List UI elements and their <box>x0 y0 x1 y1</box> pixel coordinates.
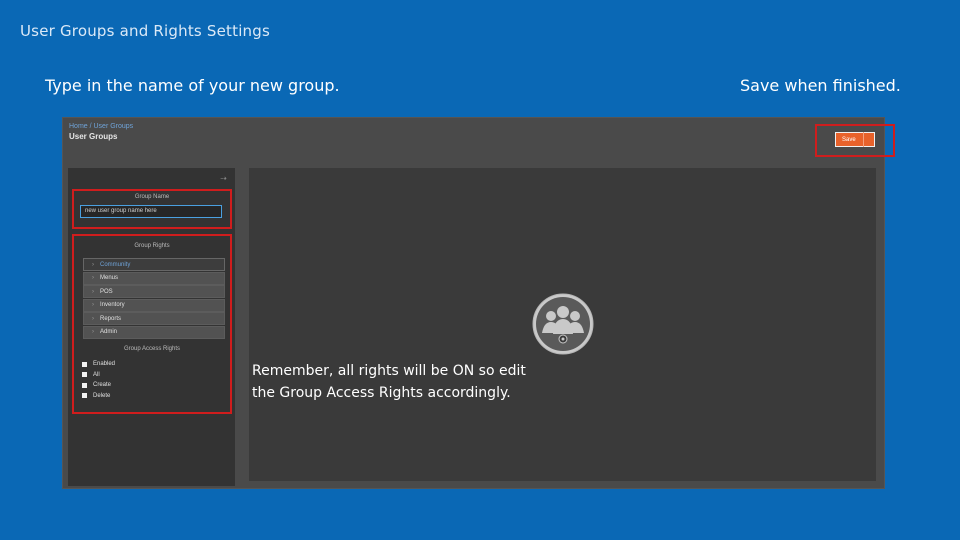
app-header: Home / User Groups User Groups Save <box>63 118 895 168</box>
rights-item-label: Inventory <box>100 302 125 308</box>
rights-item-label: Community <box>100 261 131 268</box>
access-item-create[interactable]: Create <box>82 380 115 391</box>
group-rights-label: Group Rights <box>134 243 170 249</box>
save-button-label: Save <box>842 136 856 143</box>
app-screenshot: Home / User Groups User Groups Save ⇢ Gr… <box>62 117 895 489</box>
checkbox[interactable] <box>82 393 87 399</box>
access-item-all[interactable]: All <box>82 370 115 381</box>
group-name-highlight-box: Group Name new user group name here <box>72 189 232 229</box>
chevron-right-icon: › <box>92 329 94 335</box>
chevron-right-icon: › <box>92 261 94 268</box>
access-item-label: Create <box>93 382 112 389</box>
group-rights-highlight-box: Group Rights › Community › Menus › POS ›… <box>72 234 232 414</box>
rights-list: › Community › Menus › POS › Inventory › <box>83 258 225 339</box>
access-rights-label: Group Access Rights <box>123 346 181 352</box>
rights-item-label: Reports <box>100 315 122 322</box>
rights-item-community[interactable]: › Community <box>83 258 225 271</box>
group-name-input[interactable]: new user group name here <box>80 205 222 218</box>
chevron-right-icon: › <box>92 275 94 281</box>
checkbox[interactable] <box>82 382 87 388</box>
reminder-line-2: the Group Access Rights accordingly. <box>252 385 511 401</box>
access-item-label: Enabled <box>93 361 116 368</box>
chevron-right-icon: › <box>92 302 94 308</box>
checkbox[interactable] <box>82 372 87 378</box>
group-users-icon <box>532 293 594 355</box>
save-caption: Save when finished. <box>740 76 901 95</box>
rights-item-inventory[interactable]: › Inventory <box>83 298 225 312</box>
instruction-caption: Type in the name of your new group. <box>45 76 340 95</box>
access-item-label: All <box>93 371 100 378</box>
rights-item-menus[interactable]: › Menus <box>83 271 225 285</box>
content-panel <box>249 168 876 481</box>
sidebar: ⇢ Group Name new user group name here Gr… <box>68 168 235 486</box>
rights-item-admin[interactable]: › Admin <box>83 325 225 339</box>
checkbox[interactable] <box>82 361 87 367</box>
access-item-enabled[interactable]: Enabled <box>82 359 115 370</box>
access-item-delete[interactable]: Delete <box>82 391 115 402</box>
reminder-text: Remember, all rights will be ON so edit … <box>252 360 572 404</box>
slide-title: User Groups and Rights Settings <box>20 22 271 40</box>
rights-item-label: Admin <box>100 329 118 335</box>
group-name-label: Group Name <box>134 194 170 200</box>
rights-item-label: Menus <box>100 275 119 281</box>
page-title: User Groups <box>69 132 118 141</box>
collapse-arrow-icon[interactable]: ⇢ <box>220 174 227 183</box>
access-item-label: Delete <box>93 392 111 399</box>
reminder-line-1: Remember, all rights will be ON so edit <box>252 363 526 379</box>
rights-item-reports[interactable]: › Reports <box>83 312 225 325</box>
breadcrumb[interactable]: Home / User Groups <box>69 123 133 130</box>
rights-item-pos[interactable]: › POS <box>83 285 225 298</box>
access-rights-list: Enabled All Create Delete <box>82 359 115 401</box>
chevron-right-icon: › <box>92 315 94 322</box>
rights-item-label: POS <box>100 288 113 295</box>
save-dropdown-toggle[interactable] <box>863 132 875 147</box>
chevron-right-icon: › <box>92 288 94 295</box>
